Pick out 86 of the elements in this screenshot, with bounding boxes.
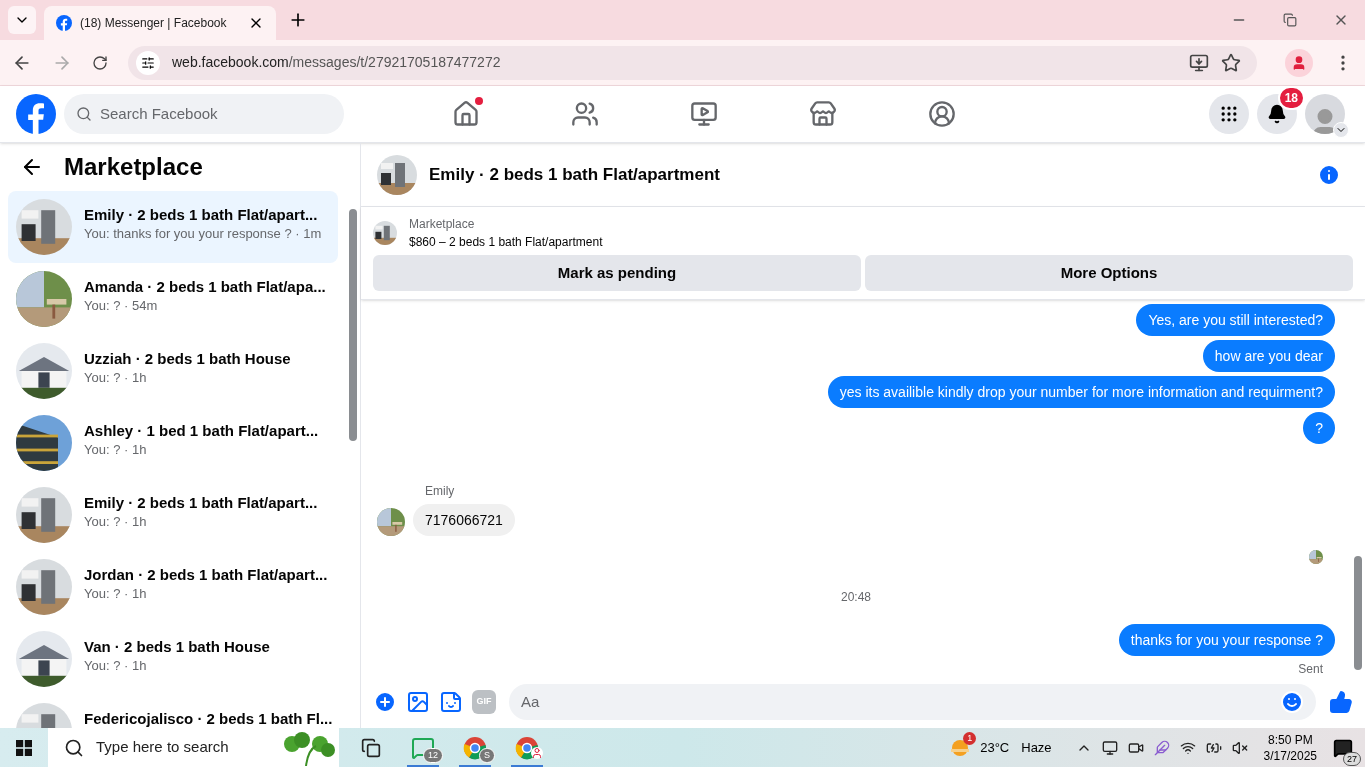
facebook-logo[interactable]	[16, 94, 56, 134]
conversation-preview: You: ? · 1h	[84, 369, 148, 387]
address-bar[interactable]: web.facebook.com/messages/t/27921705187477272	[128, 45, 1257, 80]
person-icon	[1291, 54, 1307, 71]
conversation-item[interactable]: Amanda · 2 beds 1 bath Flat/apa... You: ? · 54m	[8, 263, 338, 335]
sent-message: thanks for you your response ?	[1118, 624, 1335, 656]
grid-icon	[1219, 104, 1239, 124]
url-text: web.facebook.com/messages/t/27921705187477272	[172, 53, 502, 72]
pen-icon[interactable]	[1153, 739, 1170, 756]
conversation-item[interactable]: Emily · 2 beds 1 bath Flat/apart... You: ? · 1h	[8, 479, 338, 551]
clock-date[interactable]: 3/17/2025	[1263, 747, 1317, 764]
conversation-name: Amanda · 2 beds 1 bath Flat/apa...	[84, 278, 326, 296]
notifications-icon[interactable]	[1333, 737, 1353, 758]
temperature: 23°C	[980, 738, 1010, 757]
chat-title[interactable]: Emily · 2 beds 1 bath Flat/apartment	[429, 161, 1305, 188]
conversation-name: Federicojalisco · 2 beds 1 bath Fl...	[84, 710, 330, 728]
windows-logo[interactable]	[16, 739, 32, 756]
conversation-item[interactable]: Emily · 2 beds 1 bath Flat/apart... You: thanks for you your response ? · 1m	[8, 191, 338, 263]
sent-message: how are you dear	[1202, 340, 1335, 372]
conversation-name: Emily · 2 beds 1 bath Flat/apart...	[84, 494, 318, 512]
conversation-item[interactable]: Ashley · 1 bed 1 bath Flat/apart... You: ? · 1h	[8, 407, 338, 479]
message-field[interactable]: Aa	[509, 684, 1316, 720]
restore-icon[interactable]	[1283, 13, 1297, 27]
home-icon[interactable]	[451, 100, 480, 128]
search-icon	[76, 106, 92, 122]
clock-time[interactable]: 8:50 PM	[1267, 731, 1313, 748]
account-avatar[interactable]	[1305, 94, 1345, 134]
add-icon[interactable]	[373, 690, 397, 714]
like-icon[interactable]	[1329, 690, 1353, 714]
profile-button[interactable]	[1285, 48, 1313, 77]
site-info-icon[interactable]	[141, 55, 155, 70]
install-icon[interactable]	[1189, 52, 1209, 73]
browser-tab[interactable]: (18) Messenger | Facebook	[44, 6, 276, 40]
chrome-icon[interactable]	[515, 735, 539, 760]
sent-message: Yes, are you still interested?	[1136, 304, 1335, 336]
app-badge: 12	[423, 748, 443, 763]
sidebar-title: Marketplace	[64, 152, 203, 182]
weather-badge: 1	[963, 731, 977, 745]
emoji-icon[interactable]	[1280, 690, 1304, 714]
conversation-name: Emily · 2 beds 1 bath Flat/apart...	[84, 206, 319, 224]
conversation-preview: You: ? · 1h	[84, 441, 148, 459]
sticker-icon[interactable]	[439, 690, 463, 714]
sent-status: Sent	[1298, 661, 1323, 676]
sent-message: yes its availible kindly drop your number for more information and requirment?	[827, 376, 1335, 408]
video-icon[interactable]	[689, 100, 718, 128]
menu-button[interactable]	[1209, 94, 1249, 134]
tab-title: (18) Messenger | Facebook	[80, 15, 228, 32]
sender-name: Emily	[425, 483, 456, 500]
listing-button[interactable]: More Options	[865, 255, 1353, 291]
notification-badge: 18	[1277, 86, 1305, 110]
conversation-preview: You: ? · 1h	[84, 657, 148, 675]
taskbar-search-field[interactable]: Type here to search	[48, 728, 339, 767]
reload-icon[interactable]	[92, 54, 108, 71]
conversation-item[interactable]: Jordan · 2 beds 1 bath Flat/apart... You: ? · 1h	[8, 551, 338, 623]
store-icon[interactable]	[808, 100, 837, 128]
task-view-icon[interactable]	[361, 737, 381, 758]
listing-button[interactable]: Mark as pending	[373, 255, 861, 291]
groups-icon[interactable]	[927, 100, 956, 128]
search-icon	[64, 737, 84, 758]
sent-message: ?	[1303, 412, 1335, 444]
taskbar-search-input[interactable]: Type here to search	[96, 736, 266, 759]
conversation-item[interactable]: Van · 2 beds 1 bath House You: ? · 1h	[8, 623, 338, 695]
conversation-name: Uzziah · 2 beds 1 bath House	[84, 350, 291, 368]
conversation-preview: You: thanks for you your response ? · 1m	[84, 225, 322, 243]
screen-icon[interactable]	[1101, 739, 1118, 756]
conversation-name: Jordan · 2 beds 1 bath Flat/apart...	[84, 566, 328, 584]
listing-label: Marketplace	[409, 216, 476, 233]
photo-icon[interactable]	[406, 690, 430, 714]
conversation-preview: You: ? · 1h	[84, 513, 148, 531]
bell-icon	[1267, 104, 1287, 124]
message-input[interactable]: Aa	[521, 690, 1280, 714]
conversation-name: Ashley · 1 bed 1 bath Flat/apart...	[84, 422, 319, 440]
conversation-item[interactable]: Uzziah · 2 beds 1 bath House You: ? · 1h	[8, 335, 338, 407]
friends-icon[interactable]	[570, 100, 599, 128]
received-message: 7176066721	[413, 504, 515, 536]
conversation-preview: You: ? · 1h	[84, 585, 148, 603]
search-field[interactable]: Search Facebook	[64, 94, 344, 134]
conversation-preview: You: ? · 54m	[84, 297, 159, 315]
listing-title[interactable]: $860 – 2 beds 1 bath Flat/apartment	[409, 233, 603, 251]
volume-icon[interactable]	[1231, 739, 1248, 756]
weather-condition: Haze	[1021, 738, 1052, 757]
facebook-icon	[56, 15, 72, 31]
bookmark-icon[interactable]	[1221, 52, 1241, 73]
conversation-name: Van · 2 beds 1 bath House	[84, 638, 270, 656]
timestamp: 20:48	[841, 589, 871, 606]
search-input[interactable]: Search Facebook	[100, 102, 332, 126]
